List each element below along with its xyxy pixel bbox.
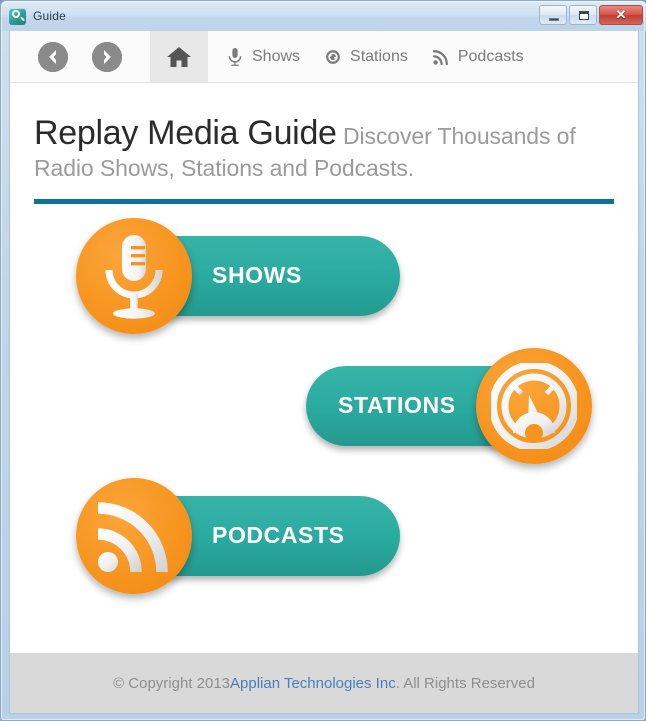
stations-label: STATIONS [338, 392, 456, 419]
shows-action[interactable]: SHOWS [76, 217, 400, 334]
chevron-right-icon [92, 41, 122, 72]
close-button[interactable]: ✕ [599, 5, 643, 25]
primary-actions: SHOWS STATIONS PODCASTS [34, 217, 614, 594]
application-window: Guide ✕ Shows Stations Podcasts Replay M… [0, 0, 646, 721]
page-title-main: Replay Media Guide [34, 114, 337, 152]
back-button[interactable] [38, 41, 68, 72]
toolbar-item-label: Shows [252, 47, 301, 65]
tuner-dial-icon [326, 49, 340, 64]
company-link[interactable]: Applian Technologies Inc [230, 675, 396, 692]
close-icon: ✕ [615, 7, 627, 22]
magnifier-icon [9, 7, 26, 25]
window-title: Guide [33, 9, 67, 23]
shows-label: SHOWS [212, 262, 302, 289]
tuner-dial-icon [491, 362, 577, 449]
copyright-prefix: © Copyright 2013 [113, 674, 231, 692]
chevron-left-icon [38, 41, 68, 72]
toolbar-item-podcasts[interactable]: Podcasts [432, 47, 524, 67]
toolbar-item-shows[interactable]: Shows [226, 47, 300, 67]
forward-button[interactable] [92, 41, 122, 72]
home-icon [167, 46, 191, 67]
footer: © Copyright 2013 Applian Technologies In… [10, 653, 638, 713]
stations-orb[interactable] [476, 347, 592, 464]
toolbar-item-label: Podcasts [457, 47, 524, 65]
rss-icon [432, 49, 448, 65]
stations-action[interactable]: STATIONS [306, 347, 592, 464]
shows-orb[interactable] [76, 217, 192, 334]
toolbar-item-stations[interactable]: Stations [324, 47, 408, 67]
minimize-button[interactable] [539, 5, 567, 25]
copyright-suffix: . All Rights Reserved [395, 674, 535, 692]
title-bar: Guide ✕ [1, 1, 646, 31]
window-controls: ✕ [539, 5, 643, 25]
home-button[interactable] [150, 31, 208, 83]
page-title: Replay Media Guide Discover Thousands of… [34, 83, 614, 183]
podcasts-label: PODCASTS [212, 522, 345, 549]
podcasts-orb[interactable] [76, 477, 192, 594]
microphone-icon [228, 47, 242, 66]
rss-icon [97, 501, 168, 572]
page-content: Replay Media Guide Discover Thousands of… [10, 83, 638, 653]
toolbar-item-label: Stations [350, 47, 408, 65]
maximize-button[interactable] [569, 5, 597, 25]
microphone-icon [105, 234, 163, 319]
podcasts-action[interactable]: PODCASTS [76, 477, 400, 594]
client-area: Shows Stations Podcasts Replay Media Gui… [9, 31, 639, 714]
navigation-toolbar: Shows Stations Podcasts [10, 31, 638, 83]
title-divider [34, 198, 614, 204]
